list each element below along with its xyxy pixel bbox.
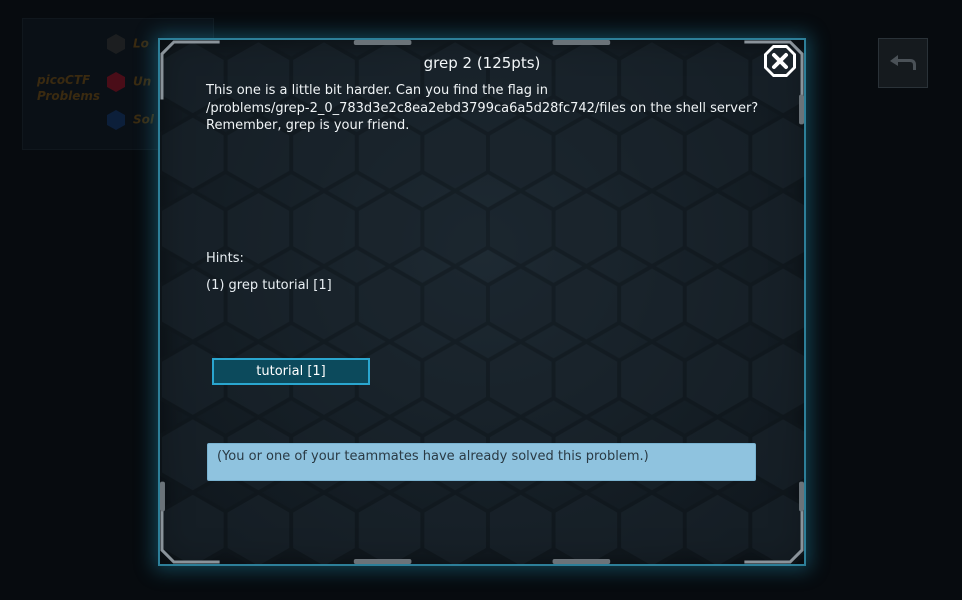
legend-locked: Lo bbox=[107, 34, 149, 54]
section-title: picoCTF Problems bbox=[37, 73, 101, 103]
hexagon-icon bbox=[107, 110, 125, 130]
modal-title: grep 2 (125pts) bbox=[423, 54, 541, 72]
back-button[interactable] bbox=[878, 38, 928, 88]
close-button[interactable] bbox=[762, 43, 798, 79]
legend-unsolved: Un bbox=[107, 72, 151, 92]
legend-solved: Sol bbox=[107, 110, 154, 130]
tutorial-button[interactable]: tutorial [1] bbox=[212, 358, 370, 385]
description-line: Remember, grep is your friend. bbox=[206, 118, 410, 133]
hexagon-icon bbox=[107, 34, 125, 54]
description-line: /problems/grep-2_0_783d3e2c8ea2ebd3799ca… bbox=[206, 100, 759, 116]
problem-description: This one is a little bit harder. Can you… bbox=[206, 82, 766, 135]
hints-label: Hints: bbox=[206, 251, 244, 266]
description-line: This one is a little bit harder. Can you… bbox=[206, 83, 548, 98]
close-icon bbox=[764, 45, 796, 77]
problem-modal: grep 2 (125pts) This one is a little bit… bbox=[158, 38, 806, 566]
back-arrow-icon bbox=[890, 55, 916, 70]
hint-item: (1) grep tutorial [1] bbox=[206, 278, 332, 293]
solved-status-message: (You or one of your teammates have alrea… bbox=[207, 443, 756, 481]
hexagon-icon bbox=[107, 72, 125, 92]
